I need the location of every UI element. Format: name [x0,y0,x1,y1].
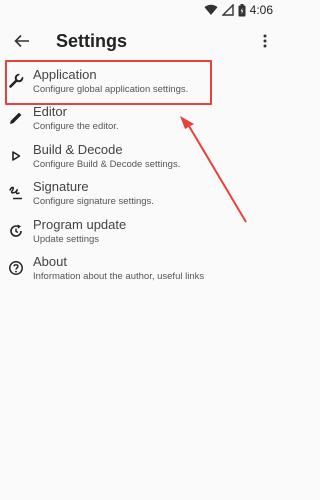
back-button[interactable] [10,30,34,52]
status-time: 4:06 [249,3,273,17]
signal-icon [221,4,234,16]
settings-item-label: Signature [33,179,89,195]
overflow-menu-button[interactable] [257,30,273,52]
settings-item-label: Editor [33,104,67,120]
play-icon [8,148,24,164]
settings-item-label: Program update [33,216,127,232]
pencil-icon [8,110,24,126]
settings-item-program-update[interactable]: Program update Update settings [0,214,281,251]
settings-item-build-decode[interactable]: Build & Decode Configure Build & Decode … [0,139,281,176]
settings-item-editor[interactable]: Editor Configure the editor. [0,101,281,138]
status-icons: 4:06 [204,3,273,17]
settings-item-description: Update settings [33,233,100,245]
arrow-left-icon [14,34,29,48]
settings-item-about[interactable]: About Information about the author, usef… [0,251,281,288]
update-icon [8,223,24,239]
help-icon [8,260,24,276]
app-bar: Settings [0,22,281,60]
wifi-icon [204,4,218,16]
settings-item-label: Build & Decode [33,141,123,157]
settings-item-signature[interactable]: Signature Configure signature settings. [0,176,281,213]
settings-item-description: Configure Build & Decode settings. [33,158,181,170]
signature-icon [8,185,24,201]
page-title: Settings [56,31,128,51]
settings-item-description: Configure the editor. [33,121,119,133]
more-vert-icon [263,34,267,48]
highlight-box [5,60,212,105]
settings-item-description: Configure signature settings. [33,196,154,208]
battery-icon [238,3,246,16]
settings-item-label: About [33,253,67,269]
settings-item-description: Information about the author, useful lin… [33,270,205,282]
status-bar: 4:06 [0,0,281,22]
